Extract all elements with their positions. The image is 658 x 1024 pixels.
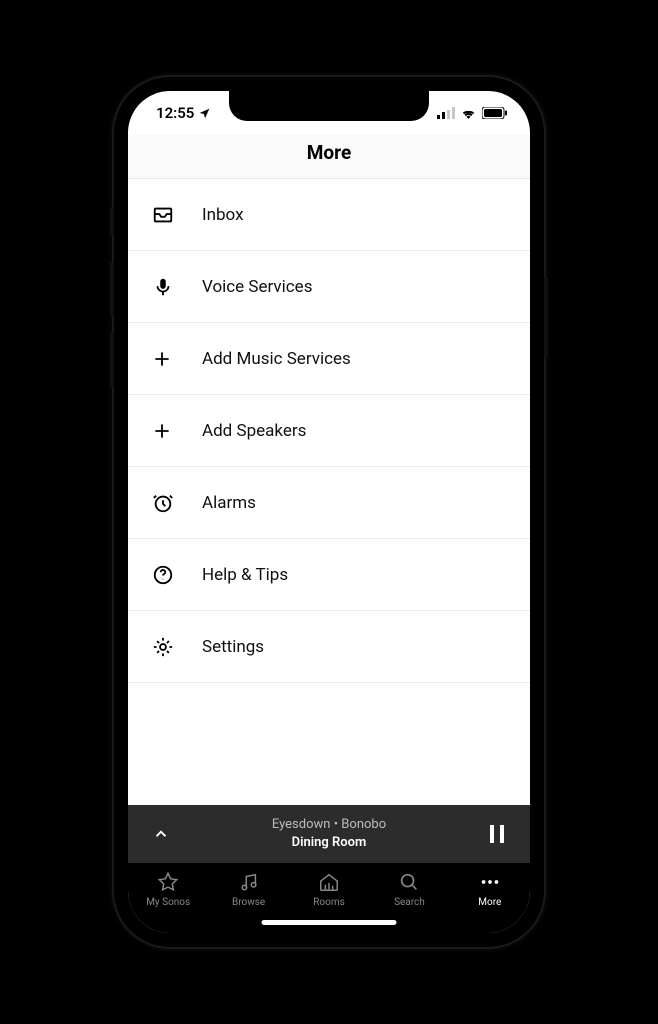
menu-item-help-tips[interactable]: Help & Tips (128, 539, 530, 611)
pause-button[interactable] (482, 824, 512, 844)
now-playing-bar[interactable]: Eyesdown • Bonobo Dining Room (128, 805, 530, 863)
menu-item-label: Inbox (194, 205, 244, 225)
tab-more[interactable]: More (450, 871, 530, 908)
menu-item-alarms[interactable]: Alarms (128, 467, 530, 539)
tab-label: More (478, 897, 501, 908)
alarm-clock-icon (152, 492, 194, 514)
star-icon (157, 871, 179, 893)
tab-search[interactable]: Search (369, 871, 449, 908)
menu-item-label: Add Speakers (194, 421, 306, 441)
music-note-icon (238, 871, 260, 893)
menu-item-label: Alarms (194, 493, 256, 513)
gear-icon (152, 636, 194, 658)
header: More (128, 135, 530, 179)
chevron-up-icon[interactable] (146, 825, 176, 843)
menu-item-label: Settings (194, 637, 264, 657)
status-time: 12:55 (156, 104, 194, 122)
plus-icon (152, 421, 194, 441)
help-icon (152, 564, 194, 586)
menu-item-add-speakers[interactable]: Add Speakers (128, 395, 530, 467)
side-button (544, 277, 548, 357)
more-dots-icon (478, 871, 502, 893)
wifi-icon (460, 107, 477, 119)
menu-list: Inbox Voice Services Add Music Services … (128, 179, 530, 805)
page-title: More (128, 141, 530, 164)
menu-item-settings[interactable]: Settings (128, 611, 530, 683)
tab-label: Browse (232, 897, 265, 908)
now-playing-track: Eyesdown • Bonobo (176, 816, 482, 834)
side-button (110, 262, 114, 317)
cellular-icon (437, 107, 455, 119)
tab-browse[interactable]: Browse (208, 871, 288, 908)
location-icon (198, 107, 211, 120)
now-playing-room: Dining Room (176, 834, 482, 852)
side-button (110, 332, 114, 387)
search-icon (398, 871, 420, 893)
tab-label: Search (394, 897, 425, 908)
screen: 12:55 More (128, 91, 530, 933)
now-playing-info: Eyesdown • Bonobo Dining Room (176, 816, 482, 851)
home-indicator[interactable] (262, 920, 397, 925)
menu-item-label: Help & Tips (194, 565, 288, 585)
notch (229, 91, 429, 121)
menu-item-label: Add Music Services (194, 349, 351, 369)
tab-label: Rooms (313, 897, 345, 908)
inbox-icon (152, 204, 194, 226)
phone-frame: 12:55 More (114, 77, 544, 947)
tab-label: My Sonos (146, 897, 190, 908)
home-icon (318, 871, 340, 893)
battery-icon (482, 107, 508, 119)
tab-rooms[interactable]: Rooms (289, 871, 369, 908)
menu-item-label: Voice Services (194, 277, 312, 297)
tab-my-sonos[interactable]: My Sonos (128, 871, 208, 908)
plus-icon (152, 349, 194, 369)
microphone-icon (152, 276, 194, 298)
menu-item-voice-services[interactable]: Voice Services (128, 251, 530, 323)
menu-item-add-music-services[interactable]: Add Music Services (128, 323, 530, 395)
menu-item-inbox[interactable]: Inbox (128, 179, 530, 251)
side-button (110, 207, 114, 235)
